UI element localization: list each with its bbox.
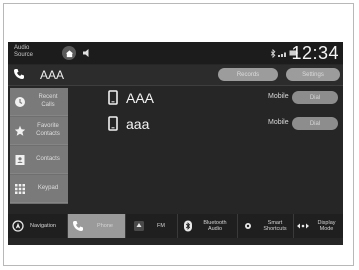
dial-button-label: Dial	[309, 94, 321, 101]
dial-button-label: Dial	[309, 120, 321, 127]
settings-button-label: Settings	[302, 71, 324, 78]
contact-row[interactable]: aaa Mobile Dial	[68, 113, 343, 137]
records-button-label: Records	[236, 71, 260, 78]
records-button[interactable]: Records	[218, 68, 278, 81]
contact-name: AAA	[126, 90, 155, 106]
tab-label: Smart Shortcuts	[256, 220, 294, 232]
contacts-book-icon	[15, 155, 25, 165]
phone-icon	[14, 69, 24, 79]
sidebar-item-keypad[interactable]: Keypad	[10, 175, 68, 203]
tab-display-mode[interactable]: Display Mode	[294, 214, 343, 238]
tab-label: Display Mode	[311, 220, 342, 232]
tab-label-line2: Shortcuts	[263, 226, 287, 232]
home-button[interactable]	[62, 46, 76, 60]
sidebar-item-label: Favorite Contacts	[29, 122, 67, 138]
star-icon	[14, 125, 26, 136]
phone-icon	[73, 221, 83, 231]
dial-button[interactable]: Dial	[292, 91, 338, 104]
contact-name: aaa	[126, 116, 150, 132]
sidebar-item-label: Recent Calls	[29, 93, 67, 109]
sidebar-item-favorite-contacts[interactable]: Favorite Contacts	[10, 117, 68, 145]
sidebar-item-label: Keypad	[29, 184, 67, 192]
audio-source-label-line2: Source	[14, 52, 34, 58]
head-unit-screen: Audio Source 12:34 AAA Records Settings …	[8, 42, 343, 245]
tab-label-line2: Audio	[207, 226, 223, 232]
tab-smart-shortcuts[interactable]: Smart Shortcuts	[238, 214, 294, 238]
sidebar-item-contacts[interactable]: Contacts	[10, 146, 68, 174]
audio-source-button[interactable]: Audio Source	[14, 45, 54, 61]
bluetooth-status-icon	[270, 49, 276, 58]
display-mode-icon	[297, 223, 309, 229]
home-icon	[65, 49, 73, 57]
tab-navigation[interactable]: Navigation	[8, 214, 68, 238]
navigation-icon	[12, 220, 24, 232]
tab-fm[interactable]: FM	[126, 214, 178, 238]
contact-number-type: Mobile	[268, 93, 289, 100]
sidebar-label-line1: Contacts	[36, 156, 60, 162]
clock: 12:34	[291, 43, 339, 63]
tab-label: FM	[157, 223, 165, 229]
tab-label: Navigation	[30, 223, 56, 229]
sidebar-item-recent-calls[interactable]: Recent Calls	[10, 88, 68, 116]
sidebar-label-line2: Calls	[41, 102, 55, 108]
mobile-phone-icon	[108, 116, 118, 131]
sidebar-label-line1: Favorite	[37, 123, 59, 129]
dial-button[interactable]: Dial	[292, 117, 338, 130]
status-bar: Audio Source 12:34	[8, 42, 343, 64]
radio-icon	[134, 221, 144, 231]
volume-icon[interactable]	[82, 48, 92, 58]
tab-label: Bluetooth Audio	[196, 220, 234, 232]
sidebar-label-line2: Contacts	[36, 131, 60, 137]
contact-row[interactable]: AAA Mobile Dial	[68, 87, 343, 111]
bluetooth-icon	[184, 220, 192, 232]
smart-shortcuts-icon	[245, 223, 251, 229]
settings-button[interactable]: Settings	[286, 68, 340, 81]
mobile-phone-icon	[108, 90, 118, 105]
contact-number-type: Mobile	[268, 119, 289, 126]
bottom-source-bar: Navigation Phone FM Bluetooth Audio Smar…	[8, 214, 343, 238]
signal-strength-icon	[278, 52, 286, 57]
keypad-icon	[15, 184, 25, 194]
tab-label: Phone	[97, 223, 113, 229]
clock-icon	[15, 97, 25, 107]
audio-source-label-line1: Audio	[14, 45, 30, 51]
tab-phone[interactable]: Phone	[68, 214, 126, 238]
tab-label-line2: Mode	[319, 226, 334, 232]
tab-bluetooth-audio[interactable]: Bluetooth Audio	[178, 214, 238, 238]
sidebar-label-line1: Recent	[38, 94, 58, 100]
phone-sidebar: Recent Calls Favorite Contacts Contacts	[10, 88, 68, 204]
sidebar-item-label: Contacts	[29, 155, 67, 163]
sidebar-label-line1: Keypad	[37, 185, 59, 191]
phone-header: AAA Records Settings	[8, 65, 343, 86]
connected-device-name: AAA	[40, 68, 65, 82]
